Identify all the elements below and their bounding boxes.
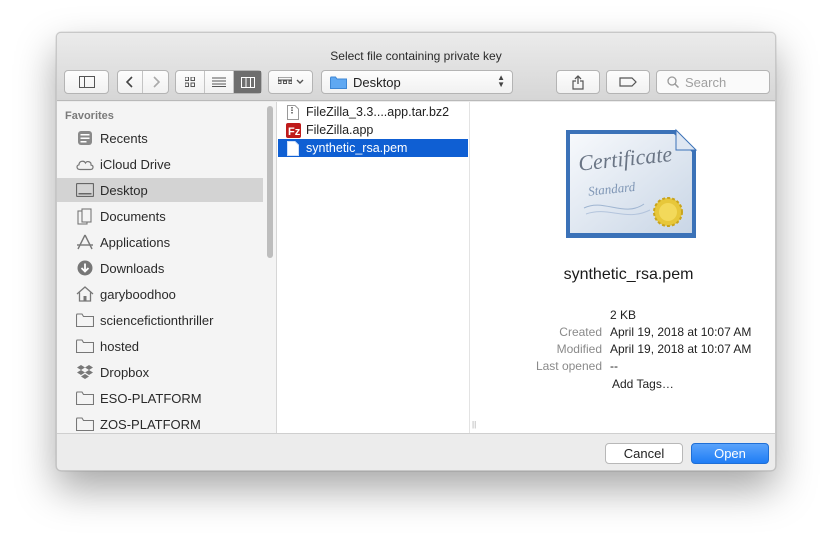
file-row-selected[interactable]: synthetic_rsa.pem: [278, 139, 468, 157]
sidebar-item-label: hosted: [100, 338, 140, 354]
folder-icon: [75, 415, 95, 433]
sidebar-item-folder[interactable]: sciencefictionthriller: [57, 308, 263, 332]
folder-icon: [75, 389, 95, 407]
chevron-down-icon: [296, 79, 303, 84]
file-row[interactable]: FileZilla_3.3....app.tar.bz2: [278, 103, 468, 121]
file-column: FileZilla_3.3....app.tar.bz2 Fz FileZill…: [278, 102, 470, 433]
dropbox-icon: [75, 363, 95, 381]
sidebar-item-label: iCloud Drive: [100, 156, 171, 172]
sidebar-item-applications[interactable]: Applications: [57, 230, 263, 254]
column-view-button[interactable]: [234, 71, 261, 93]
folder-icon: [75, 337, 95, 355]
search-field[interactable]: Search: [656, 70, 770, 94]
history-nav: [117, 70, 169, 94]
search-icon: [667, 76, 679, 88]
sidebar-item-label: Applications: [100, 234, 171, 250]
sidebar-scrollbar[interactable]: [267, 106, 273, 258]
document-icon: [75, 207, 95, 225]
sidebar-item-label: sciencefictionthriller: [100, 312, 214, 328]
sidebar-icon: [78, 76, 95, 88]
preview-pane: Certificate Standard synthetic_rsa.pem 2…: [482, 102, 775, 433]
sidebar-item-documents[interactable]: Documents: [57, 204, 263, 228]
pem-file-icon: [285, 140, 301, 156]
file-name: synthetic_rsa.pem: [306, 141, 408, 155]
chevron-right-icon: [152, 76, 160, 88]
tag-icon: [619, 77, 637, 87]
clock-icon: [75, 129, 95, 147]
home-icon: [75, 285, 95, 303]
add-tags-link[interactable]: Add Tags…: [612, 377, 674, 393]
sidebar-item-label: Documents: [100, 208, 166, 224]
forward-button[interactable]: [143, 71, 168, 93]
chevron-left-icon: [126, 76, 133, 88]
desktop-icon: [75, 181, 95, 199]
back-button[interactable]: [118, 71, 143, 93]
view-mode-selector: [175, 70, 262, 94]
cloud-icon: [75, 155, 95, 173]
filezilla-app-icon: Fz: [285, 122, 301, 138]
location-label: Desktop: [353, 74, 401, 90]
columns-icon: [240, 76, 255, 88]
open-button[interactable]: Open: [691, 443, 769, 464]
group-by-button[interactable]: [268, 70, 313, 94]
list-view-button[interactable]: [205, 71, 234, 93]
sidebar-item-dropbox[interactable]: Dropbox: [57, 360, 263, 384]
toolbar: Select file containing private key Deskt…: [57, 33, 775, 101]
last-opened-value: --: [610, 359, 618, 373]
modified-label: Modified: [556, 342, 602, 356]
dialog-title: Select file containing private key: [330, 49, 502, 63]
updown-arrows-icon: ▲ ▼: [497, 73, 505, 89]
share-icon: [572, 75, 584, 90]
file-row[interactable]: Fz FileZilla.app: [278, 121, 468, 139]
sidebar-item-label: Desktop: [100, 182, 148, 198]
sidebar: Favorites Recents iCloud Drive Desktop D…: [57, 102, 277, 433]
sidebar-item-label: garyboodhoo: [100, 286, 176, 302]
sidebar-item-icloud-drive[interactable]: iCloud Drive: [57, 152, 263, 176]
created-value: April 19, 2018 at 10:07 AM: [610, 325, 752, 339]
list-icon: [212, 77, 226, 87]
sidebar-item-label: Downloads: [100, 260, 165, 276]
group-icon: [277, 77, 292, 84]
sidebar-toggle-button[interactable]: [64, 70, 109, 94]
sidebar-item-label: ZOS-PLATFORM: [100, 416, 201, 432]
sidebar-item-label: Dropbox: [100, 364, 150, 380]
icon-view-button[interactable]: [176, 71, 205, 93]
preview-file-name: synthetic_rsa.pem: [563, 266, 694, 283]
tag-button[interactable]: [606, 70, 650, 94]
sidebar-item-recents[interactable]: Recents: [57, 126, 263, 150]
sidebar-item-downloads[interactable]: Downloads: [57, 256, 263, 280]
share-button[interactable]: [556, 70, 600, 94]
file-size: 2 KB: [610, 308, 637, 322]
cancel-button[interactable]: Cancel: [605, 443, 683, 464]
sidebar-item-desktop[interactable]: Desktop: [57, 178, 263, 202]
certificate-icon: Certificate Standard: [566, 128, 698, 238]
modified-value: April 19, 2018 at 10:07 AM: [610, 342, 752, 356]
sidebar-item-folder[interactable]: hosted: [57, 334, 263, 358]
sidebar-item-label: ESO-PLATFORM: [100, 390, 202, 406]
folder-blue-icon: [330, 76, 347, 89]
column-resize-handle[interactable]: ||: [472, 420, 476, 429]
folder-icon: [75, 311, 95, 329]
dialog-button-bar: Cancel Open: [57, 433, 775, 470]
file-name: FileZilla_3.3....app.tar.bz2: [306, 105, 450, 119]
file-name: FileZilla.app: [306, 123, 374, 137]
applications-icon: [75, 233, 95, 251]
file-open-dialog: Select file containing private key Deskt…: [56, 32, 776, 471]
sidebar-item-folder[interactable]: ESO-PLATFORM: [57, 386, 263, 410]
search-placeholder: Search: [685, 74, 727, 90]
sidebar-heading: Favorites: [65, 110, 114, 122]
archive-file-icon: [285, 104, 301, 120]
last-opened-label: Last opened: [535, 359, 602, 373]
sidebar-item-label: Recents: [100, 130, 148, 146]
download-icon: [75, 259, 95, 277]
location-popup[interactable]: Desktop ▲ ▼: [321, 70, 513, 94]
sidebar-item-home[interactable]: garyboodhoo: [57, 282, 263, 306]
svg-text:Fz: Fz: [288, 126, 301, 138]
icon-grid-icon: [185, 77, 195, 87]
created-label: Created: [559, 325, 602, 339]
